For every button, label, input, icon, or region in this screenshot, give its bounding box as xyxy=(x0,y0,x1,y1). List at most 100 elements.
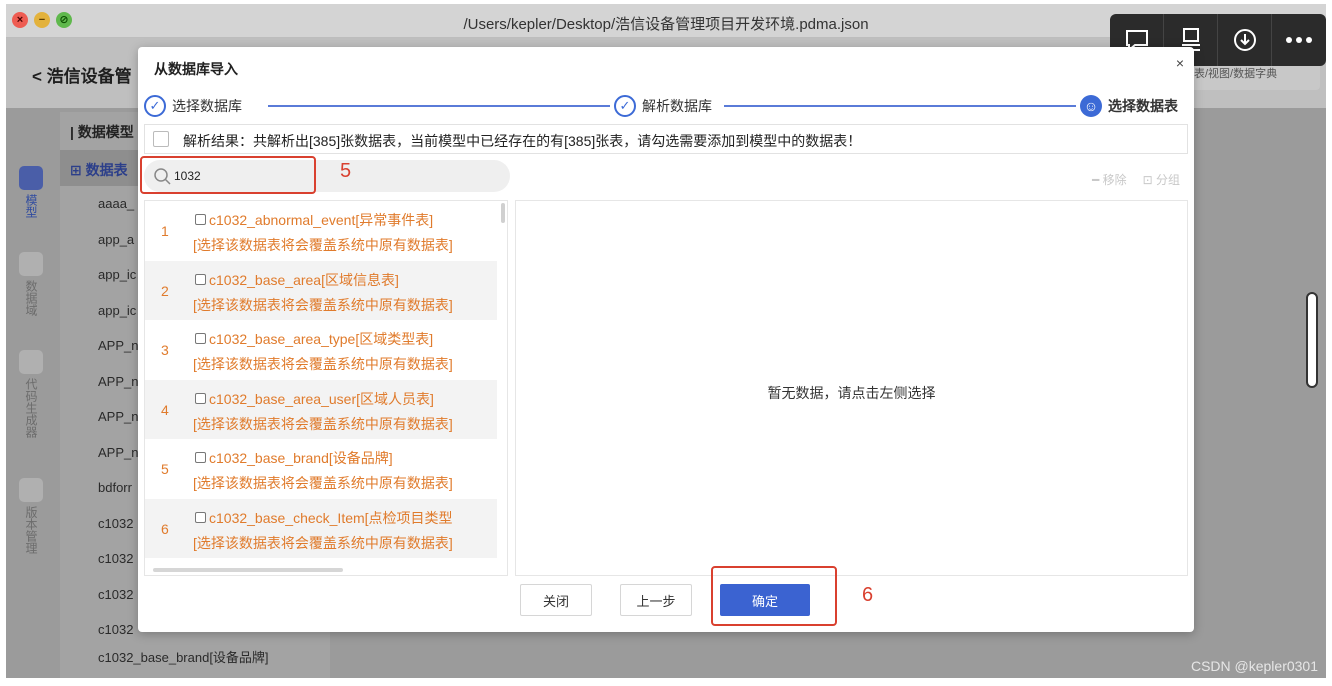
tree-item[interactable]: aaaa_ xyxy=(98,196,134,211)
row-table-name: c1032_base_area_user[区域人员表] xyxy=(195,389,434,409)
table-list: 1 c1032_abnormal_event[异常事件表] [选择该数据表将会覆盖系… xyxy=(144,200,508,576)
close-button[interactable]: 关闭 xyxy=(520,584,592,616)
rail-item-codegen[interactable]: 代码生成器 xyxy=(10,350,52,438)
row-number: 5 xyxy=(161,461,169,477)
row-warning: [选择该数据表将会覆盖系统中原有数据表] xyxy=(193,534,453,551)
rail-label: 数据域 xyxy=(24,280,38,316)
table-icon: ⊞ xyxy=(70,162,82,178)
step-connector xyxy=(268,105,614,107)
table-actions: ━ 移除 ⊡ 分组 xyxy=(1092,171,1180,188)
rail-item-domain[interactable]: 数据域 xyxy=(10,252,52,316)
row-warning: [选择该数据表将会覆盖系统中原有数据表] xyxy=(193,475,453,491)
row-table-name-text: c1032_base_area_type[区域类型表] xyxy=(209,331,434,347)
dialog-title: 从数据库导入 xyxy=(154,61,238,77)
tree-item[interactable]: c1032_base_brand[设备品牌] xyxy=(98,647,269,666)
row-warning: [选择该数据表将会覆盖系统中原有数据表] xyxy=(193,237,453,253)
row-table-name: c1032_base_area[区域信息表] xyxy=(195,270,399,290)
tree-item[interactable]: APP_n xyxy=(98,409,138,424)
domain-icon xyxy=(19,252,43,276)
cube-icon xyxy=(19,166,43,190)
row-number: 1 xyxy=(161,223,169,239)
table-row[interactable]: 3 c1032_base_area_type[区域类型表] [选择该数据表将会覆盖系… xyxy=(145,320,497,379)
import-dialog: 从数据库导入 × ✓ 选择数据库 ✓ 解析数据库 ☺ 选择数据表 解析结果：共解… xyxy=(138,47,1194,632)
tree-item[interactable]: c1032 xyxy=(98,551,133,566)
tree-header: | 数据模型 xyxy=(70,124,134,140)
watermark: CSDN @kepler0301 xyxy=(1190,658,1318,674)
tree-item[interactable]: c1032 xyxy=(98,516,133,531)
rail-label: 模型 xyxy=(24,194,38,218)
code-icon xyxy=(19,350,43,374)
step-connector xyxy=(724,105,1080,107)
row-table-name-text: c1032_base_area[区域信息表] xyxy=(209,271,399,288)
table-row[interactable]: 4 c1032_base_area_user[区域人员表] [选择该数据表将会覆盖系… xyxy=(145,379,497,439)
row-checkbox[interactable] xyxy=(195,452,206,463)
table-row[interactable]: 1 c1032_abnormal_event[异常事件表] [选择该数据表将会覆盖系… xyxy=(145,201,497,260)
empty-state-text: 暂无数据，请点击左侧选择 xyxy=(767,385,936,401)
row-table-name-text: c1032_base_area_user[区域人员表] xyxy=(209,390,434,407)
rail-label: 版本管理 xyxy=(24,506,38,554)
tree-item[interactable]: app_ic xyxy=(98,303,136,318)
row-warning: [选择该数据表将会覆盖系统中原有数据表] xyxy=(193,356,453,372)
tree-item[interactable]: app_ic xyxy=(98,267,136,282)
left-rail: 模型 数据域 代码生成器 版本管理 xyxy=(10,160,52,660)
row-number: 2 xyxy=(161,282,169,299)
row-table-name-text: c1032_base_brand[设备品牌] xyxy=(209,450,393,466)
check-circle-icon: ✓ xyxy=(144,95,166,117)
table-row[interactable]: 5 c1032_base_brand[设备品牌] [选择该数据表将会覆盖系统中原有数… xyxy=(145,439,497,498)
group-button[interactable]: ⊡ 分组 xyxy=(1143,171,1180,188)
row-table-name: c1032_base_area_type[区域类型表] xyxy=(195,329,433,349)
tree-item[interactable]: c1032 xyxy=(98,622,133,637)
row-checkbox[interactable] xyxy=(195,511,206,523)
row-checkbox[interactable] xyxy=(195,273,206,285)
rail-item-version[interactable]: 版本管理 xyxy=(10,478,52,554)
row-number: 4 xyxy=(161,401,169,418)
tree-item[interactable]: bdforr xyxy=(98,480,132,495)
row-number: 3 xyxy=(161,342,169,358)
selected-table-panel: 暂无数据，请点击左侧选择 xyxy=(515,200,1188,576)
parse-result-text: 解析结果：共解析出[385]张数据表，当前模型中已经存在的有[385]张表，请勾… xyxy=(183,133,862,149)
tree-table-label[interactable]: ⊞ 数据表 xyxy=(70,160,128,180)
smile-icon: ☺ xyxy=(1080,95,1102,117)
row-table-name: c1032_base_check_Item[点检项目类型 xyxy=(195,508,453,528)
row-checkbox[interactable] xyxy=(195,333,206,344)
list-horizontal-scrollbar[interactable] xyxy=(153,568,343,572)
step-select-table: ☺ 选择数据表 xyxy=(1076,95,1182,117)
row-number: 6 xyxy=(161,520,169,537)
row-table-name: c1032_abnormal_event[异常事件表] xyxy=(195,210,433,230)
close-icon[interactable]: × xyxy=(1176,55,1184,71)
step-parse-db: ✓ 解析数据库 xyxy=(610,95,716,117)
back-button[interactable]: < 浩信设备管 xyxy=(32,62,132,87)
row-table-name-text: c1032_abnormal_event[异常事件表] xyxy=(209,212,434,228)
step-select-db: ✓ 选择数据库 xyxy=(144,95,246,117)
table-row[interactable]: 2 c1032_base_area[区域信息表] [选择该数据表将会覆盖系统中原有数… xyxy=(145,260,497,320)
check-circle-icon: ✓ xyxy=(614,95,636,117)
annotation-six: 6 xyxy=(862,584,874,606)
remove-button[interactable]: ━ 移除 xyxy=(1092,171,1127,188)
chevron-left-icon: < xyxy=(32,67,42,86)
more-button[interactable] xyxy=(1272,14,1326,66)
annotation-five: 5 xyxy=(340,160,352,182)
tree-item[interactable]: c1032 xyxy=(98,587,133,602)
version-icon xyxy=(19,478,43,502)
table-row[interactable]: 6 c1032_base_check_Item[点检项目类型 [选择该数据表将会覆盖… xyxy=(145,498,497,558)
tree-item[interactable]: APP_n xyxy=(98,445,138,460)
scrollbar-handle[interactable] xyxy=(1306,292,1318,388)
step-indicator: ✓ 选择数据库 ✓ 解析数据库 ☺ 选择数据表 xyxy=(144,95,1184,117)
prev-button[interactable]: 上一步 xyxy=(620,584,692,616)
step-label: 选择数据表 xyxy=(1108,98,1178,114)
download-button[interactable] xyxy=(1218,14,1272,66)
list-vertical-scrollbar[interactable] xyxy=(501,203,505,223)
tree-item[interactable]: app_a xyxy=(98,232,134,247)
row-table-name-text: c1032_base_check_Item[点检项目类型 xyxy=(209,509,453,526)
tree-item[interactable]: APP_n xyxy=(98,374,138,389)
row-checkbox[interactable] xyxy=(195,214,206,225)
tree-item[interactable]: APP_n xyxy=(98,338,138,353)
select-all-checkbox[interactable] xyxy=(153,131,169,147)
search-highlight-box xyxy=(140,156,316,194)
rail-label: 代码生成器 xyxy=(24,378,38,438)
rail-item-model[interactable]: 模型 xyxy=(10,166,52,218)
row-table-name: c1032_base_brand[设备品牌] xyxy=(195,448,393,468)
step-label: 解析数据库 xyxy=(642,98,712,114)
row-warning: [选择该数据表将会覆盖系统中原有数据表] xyxy=(193,415,453,432)
row-checkbox[interactable] xyxy=(195,392,206,404)
